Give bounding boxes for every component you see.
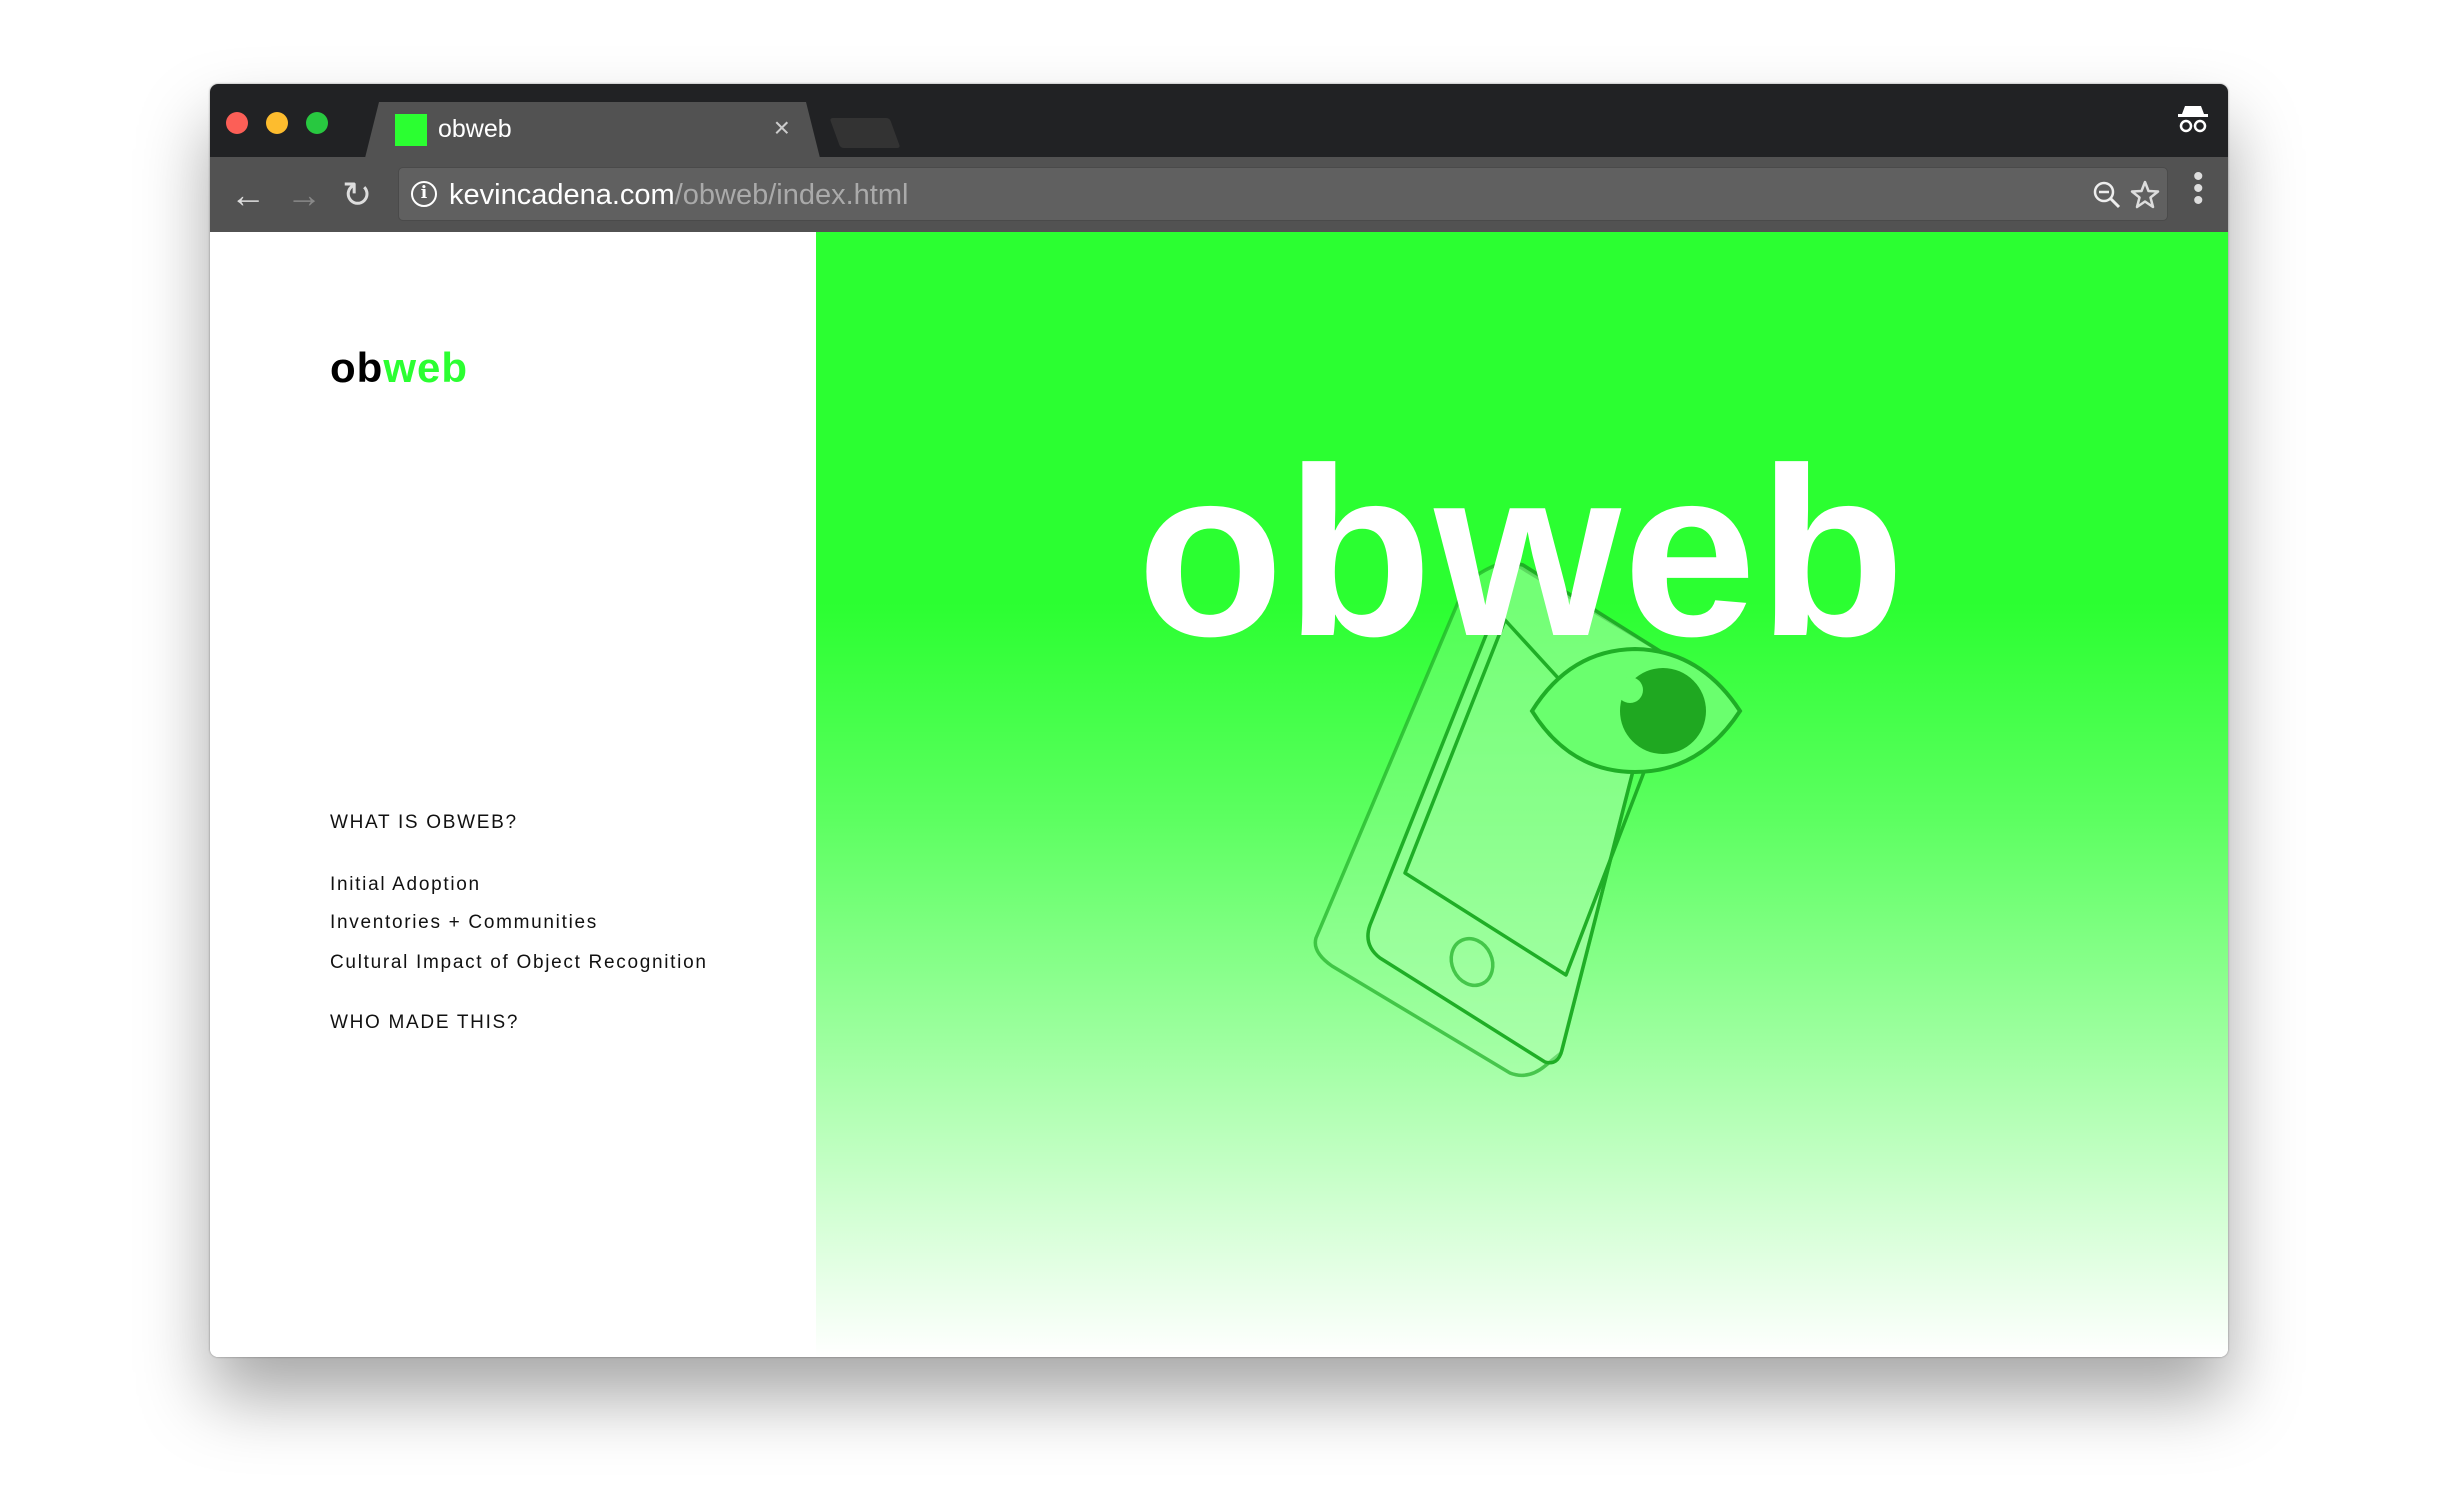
maximize-window-button[interactable] bbox=[306, 112, 328, 134]
new-tab-button[interactable] bbox=[829, 118, 901, 148]
tab-close-icon[interactable]: × bbox=[774, 112, 790, 144]
minimize-window-button[interactable] bbox=[266, 112, 288, 134]
info-icon[interactable]: i bbox=[411, 181, 437, 207]
tab-title: obweb bbox=[438, 115, 512, 143]
nav-initial-adoption[interactable]: Initial Adoption bbox=[330, 874, 481, 896]
browser-window: obweb × ← → ↻ i kevincadena.com/obweb/in… bbox=[210, 84, 2228, 1357]
sidebar: obweb WHAT IS OBWEB? Initial Adoption In… bbox=[210, 232, 816, 1357]
reload-icon[interactable]: ↻ bbox=[342, 174, 372, 216]
logo-ob: ob bbox=[330, 344, 384, 391]
site-logo[interactable]: obweb bbox=[330, 344, 468, 392]
back-icon[interactable]: ← bbox=[230, 174, 266, 216]
hero: obweb bbox=[816, 232, 2228, 1357]
page-content: obweb WHAT IS OBWEB? Initial Adoption In… bbox=[210, 232, 2228, 1357]
hero-title: obweb bbox=[1137, 418, 1907, 686]
url-path: /obweb/index.html bbox=[674, 179, 909, 211]
toolbar: ← → ↻ i kevincadena.com/obweb/index.html… bbox=[210, 157, 2228, 232]
address-bar[interactable]: i kevincadena.com/obweb/index.html bbox=[398, 167, 2168, 221]
nav-inventories-communities[interactable]: Inventories + Communities bbox=[330, 912, 598, 934]
url-domain: kevincadena.com bbox=[449, 179, 675, 211]
favicon-icon bbox=[395, 114, 427, 146]
zoom-out-icon[interactable] bbox=[2092, 180, 2122, 210]
incognito-icon bbox=[2178, 106, 2208, 133]
tab-obweb[interactable]: obweb × bbox=[365, 102, 820, 158]
logo-web: web bbox=[383, 344, 468, 391]
nav-cultural-impact[interactable]: Cultural Impact of Object Recognition bbox=[330, 952, 708, 974]
bookmark-star-icon[interactable] bbox=[2129, 179, 2161, 211]
close-window-button[interactable] bbox=[226, 112, 248, 134]
nav-who-made-this[interactable]: WHO MADE THIS? bbox=[330, 1012, 519, 1034]
menu-icon[interactable]: • • • bbox=[2193, 162, 2204, 216]
nav-what-is-obweb[interactable]: WHAT IS OBWEB? bbox=[330, 812, 518, 834]
forward-icon[interactable]: → bbox=[286, 174, 322, 216]
tab-bar: obweb × bbox=[210, 84, 2228, 157]
phone-eye-illustration bbox=[1313, 559, 1743, 1078]
